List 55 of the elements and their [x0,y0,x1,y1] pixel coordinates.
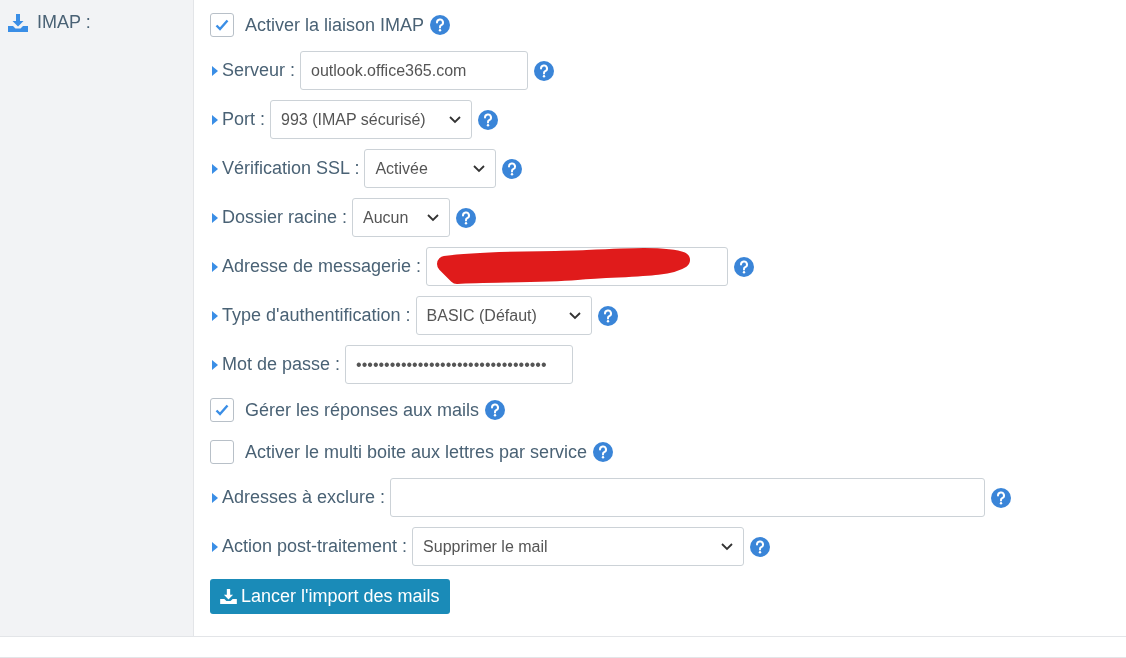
caret-icon [212,212,218,223]
chevron-icon [449,115,461,124]
help-icon[interactable] [502,158,523,179]
caret-icon [212,359,218,370]
caret-icon [212,310,218,321]
field-label: Serveur : [222,60,296,81]
help-icon[interactable] [534,60,555,81]
help-icon[interactable] [734,256,755,277]
field-label: Mot de passe : [222,354,341,375]
chevron-icon [427,213,440,222]
section-label: IMAP : [37,12,91,33]
caret-icon [212,541,218,552]
help-icon[interactable] [478,109,498,130]
help-icon[interactable] [750,536,771,557]
input-field[interactable]: outlook.office365.com [300,51,529,90]
caret-icon [212,65,218,76]
caret-icon [212,261,218,272]
field-label: Dossier racine : [222,207,348,228]
caret-icon [212,114,218,125]
check-icon [215,404,229,416]
checkbox-label: Activer la liaison IMAP [245,14,425,36]
help-icon[interactable] [485,400,506,420]
checkbox[interactable] [210,440,234,464]
help-icon[interactable] [456,207,477,228]
field-label: Adresses à exclure : [222,487,386,508]
select-field[interactable]: 993 (IMAP sécurisé) [270,100,472,139]
help-icon[interactable] [593,442,614,462]
chevron-icon [721,542,734,551]
checkbox[interactable] [210,398,234,422]
caret-icon [212,492,218,503]
check-icon [215,19,229,31]
checkbox[interactable] [210,13,234,37]
field-label: Action post-traitement : [222,536,408,557]
field-label: Vérification SSL : [222,158,360,179]
help-icon[interactable] [597,305,618,326]
chevron-icon [568,311,581,320]
select-field[interactable]: Aucun [352,198,451,237]
select-field[interactable]: Activée [364,149,497,188]
download-icon [8,13,28,32]
download-icon [220,589,237,604]
help-icon[interactable] [991,487,1012,508]
input-field[interactable]: •••••••••••••••••••••••••••••••••• [345,345,574,384]
field-label: Port : [222,109,265,130]
select-field[interactable]: BASIC (Défaut) [415,296,592,335]
field-label: Adresse de messagerie : [222,256,422,277]
field-label: Type d'authentification : [222,305,411,326]
chevron-icon [473,164,486,173]
select-field[interactable]: Supprimer le mail [412,527,745,566]
import-button[interactable]: Lancer l'import des mails [210,579,450,614]
input-field[interactable] [426,247,729,286]
checkbox-label: Gérer les réponses aux mails [245,399,480,421]
help-icon[interactable] [430,15,451,35]
checkbox-label: Activer le multi boite aux lettres par service [245,441,588,463]
caret-icon [212,163,218,174]
input-field[interactable] [390,478,986,517]
